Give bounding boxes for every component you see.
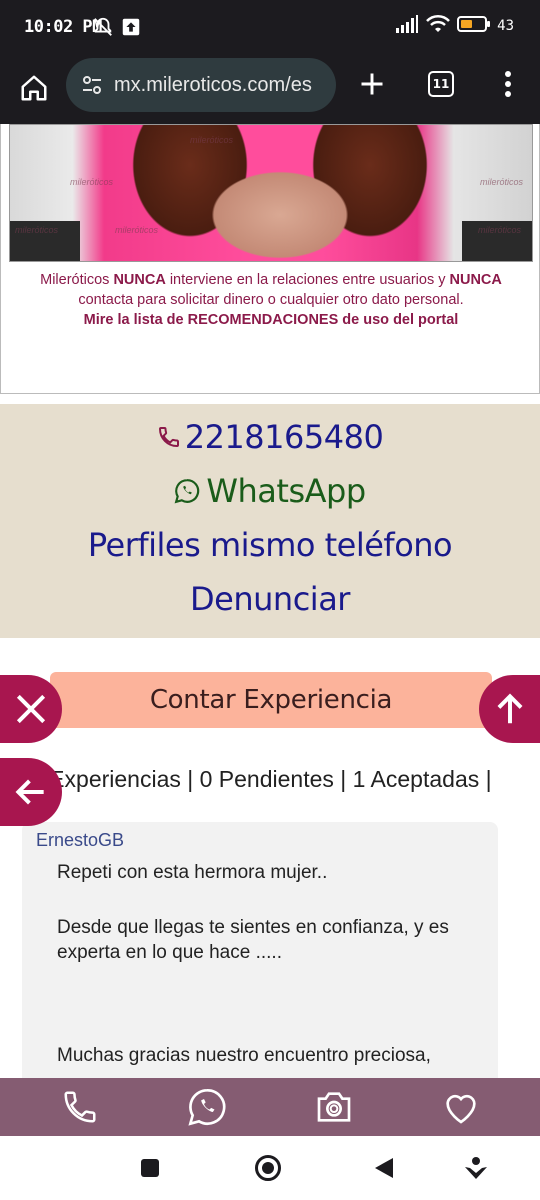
whatsapp-icon (174, 479, 200, 504)
experience-summary: 1 Experiencias | 0 Pendientes | 1 Acepta… (30, 766, 492, 792)
review-paragraph: Muchas gracias nuestro encuentro precios… (57, 1045, 431, 1066)
disclaimer-line-2: contacta para solicitar dinero o cualqui… (78, 292, 464, 308)
battery-percent: 43 (497, 18, 514, 34)
web-page: milerόticos milerόticos milerόticos mile… (0, 124, 540, 1078)
assistant-button[interactable] (458, 1150, 494, 1186)
watermark: milerόticos (15, 225, 59, 235)
url-text: mx.mileroticos.com/es (114, 73, 312, 96)
profile-photo[interactable]: milerόticos milerόticos milerόticos mile… (9, 124, 533, 262)
more-vertical-icon (505, 71, 511, 97)
battery-icon (457, 14, 491, 38)
up-arrow-icon (497, 693, 522, 724)
whatsapp-link[interactable]: WhatsApp (0, 472, 540, 510)
mute-icon (92, 16, 114, 42)
upload-icon (120, 16, 142, 42)
watermark: milerόticos (478, 225, 522, 235)
scroll-top-button[interactable] (479, 675, 540, 743)
whatsapp-icon (187, 1088, 225, 1126)
profile-photo-card: milerόticos milerόticos milerόticos mile… (0, 124, 540, 394)
browser-toolbar: mx.mileroticos.com/es 11 (0, 58, 540, 124)
call-button[interactable] (56, 1083, 104, 1131)
whatsapp-button[interactable] (183, 1083, 231, 1131)
watermark: milerόticos (70, 177, 114, 187)
recents-button[interactable] (132, 1150, 168, 1186)
recommendations-link[interactable]: Mire la lista de RECOMENDACIONES de uso … (1, 310, 540, 330)
watermark: milerόticos (190, 135, 234, 145)
contact-panel: 2218165480 WhatsApp Perfiles mismo teléf… (0, 404, 540, 638)
status-right-icons: 43 (395, 14, 514, 38)
same-phone-profiles-link[interactable]: Perfiles mismo teléfono (0, 526, 540, 564)
home-nav-button[interactable] (250, 1150, 286, 1186)
tell-experience-button[interactable]: Contar Experiencia (50, 672, 492, 728)
signal-icon (395, 14, 419, 38)
back-nav-button[interactable] (366, 1150, 402, 1186)
home-circle-icon (255, 1155, 281, 1181)
heart-icon (445, 1094, 476, 1124)
system-nav-bar (0, 1136, 540, 1200)
back-triangle-icon (375, 1158, 393, 1178)
report-link[interactable]: Denunciar (0, 580, 540, 618)
phone-link[interactable]: 2218165480 (0, 418, 540, 456)
favorite-button[interactable] (437, 1083, 485, 1131)
address-bar[interactable]: mx.mileroticos.com/es (66, 58, 336, 112)
tab-count: 11 (428, 71, 454, 97)
tab-switcher-button[interactable]: 11 (421, 64, 461, 104)
status-left-icons (92, 16, 142, 42)
browser-menu-button[interactable] (488, 64, 528, 104)
wifi-icon (425, 14, 451, 38)
person-icon (465, 1157, 487, 1179)
status-time: 10:02 PM (24, 17, 102, 37)
recents-icon (141, 1159, 159, 1177)
bottom-action-bar (0, 1078, 540, 1136)
close-icon (16, 694, 46, 724)
whatsapp-label: WhatsApp (206, 472, 366, 510)
review-author[interactable]: ErnestoGB (36, 830, 124, 851)
review-paragraph: Desde que llegas te sientes en confianza… (57, 917, 449, 963)
plus-icon (361, 73, 383, 95)
review-card: ErnestoGB Repeti con esta hermora mujer.… (22, 822, 498, 1078)
watermark: milerόticos (480, 177, 524, 187)
home-icon (21, 75, 47, 101)
phone-icon (158, 427, 179, 448)
back-arrow-icon (15, 779, 44, 805)
phone-icon (63, 1091, 96, 1123)
safety-disclaimer: Mileróticos NUNCA interviene en la relac… (1, 270, 540, 330)
home-button[interactable] (14, 68, 54, 108)
new-tab-button[interactable] (352, 64, 392, 104)
review-paragraph: Repeti con esta hermora mujer.. (57, 862, 328, 883)
camera-icon (317, 1092, 350, 1122)
phone-number: 2218165480 (184, 418, 384, 456)
watermark: milerόticos (115, 225, 159, 235)
site-settings-icon (83, 76, 101, 94)
photos-button[interactable] (310, 1083, 358, 1131)
disclaimer-line-1: Mileróticos NUNCA interviene en la relac… (40, 272, 502, 288)
status-bar: 10:02 PM 43 (0, 0, 540, 58)
review-body: Repeti con esta hermora mujer.. Desde qu… (57, 860, 477, 1078)
